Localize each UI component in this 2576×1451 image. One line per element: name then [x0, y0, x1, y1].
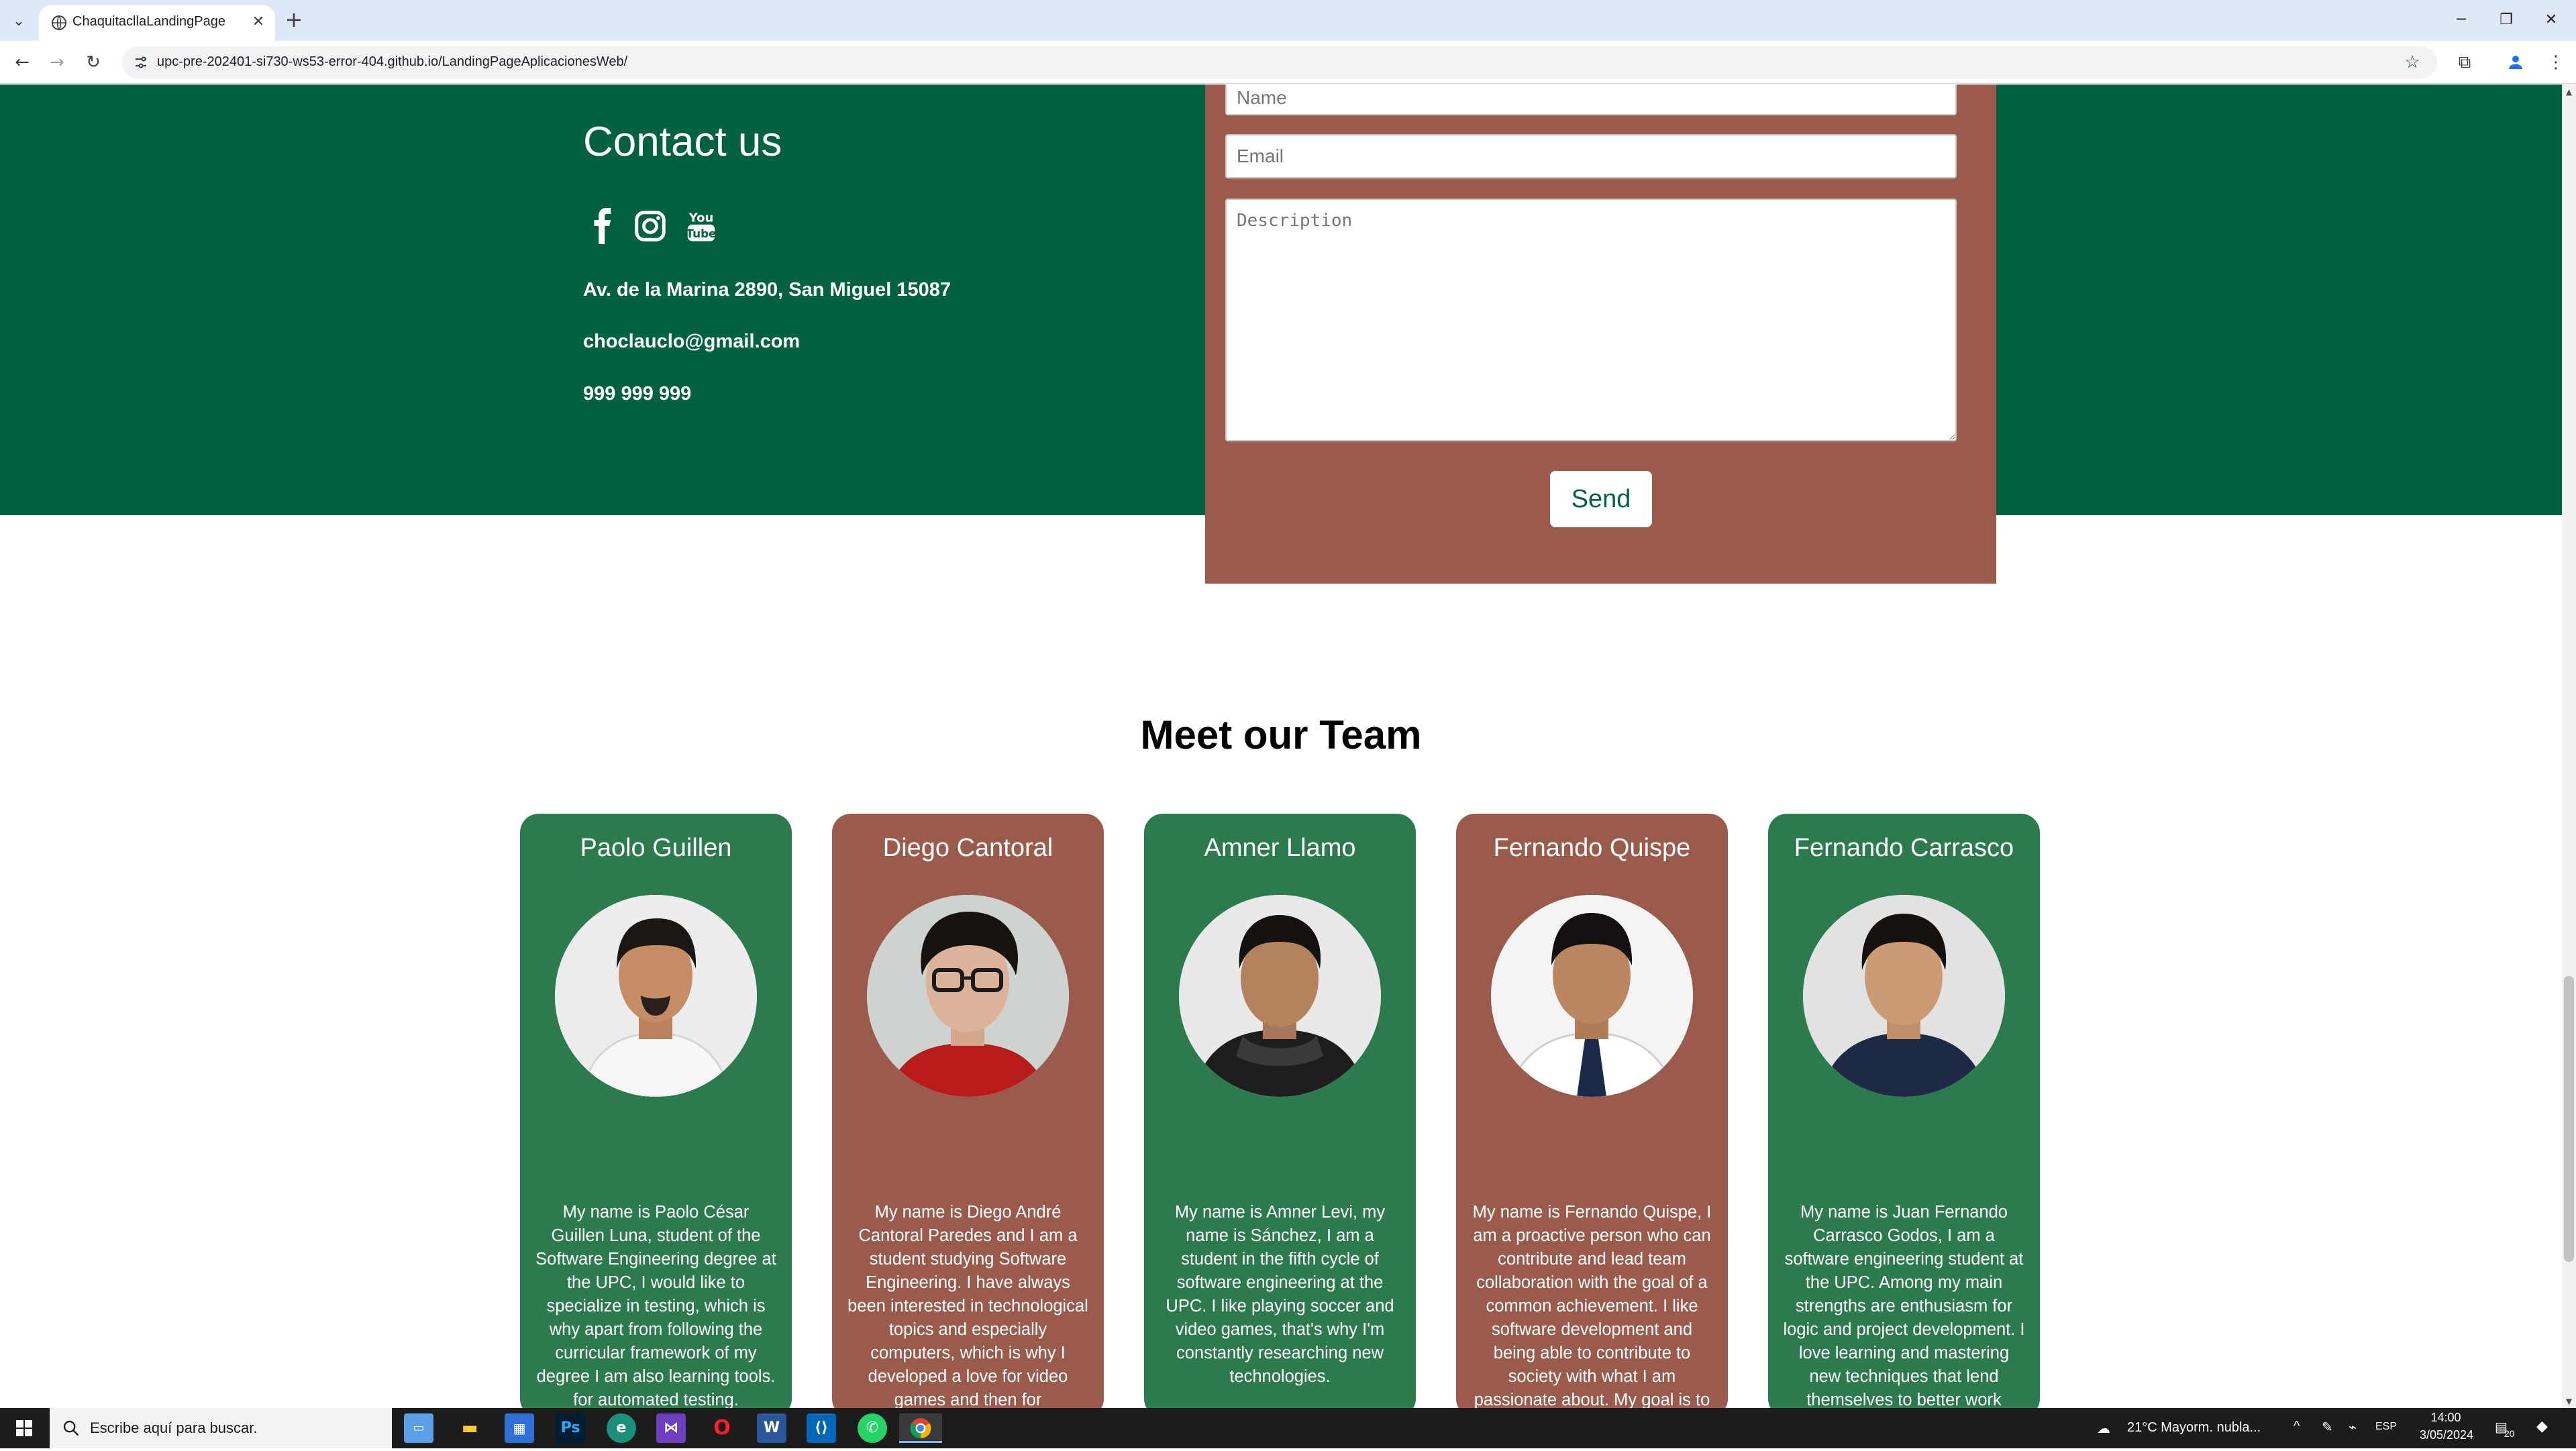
contact-email: choclauclo@gmail.com — [583, 331, 801, 352]
contact-title: Contact us — [583, 119, 782, 165]
weather-icon[interactable]: ☁ — [2097, 1420, 2110, 1437]
name-field[interactable] — [1225, 85, 1957, 115]
browser-toolbar: ← → ↻ upc-pre-202401-si730-ws53-error-40… — [0, 41, 2576, 84]
new-tab-plus-icon[interactable]: + — [282, 8, 306, 32]
browser-tab-strip: ⌄ ChaquitacllaLandingPage ✕ + ─ ❐ ✕ — [0, 0, 2576, 41]
word-icon[interactable]: W — [757, 1413, 786, 1443]
vscode-icon[interactable]: ⟨⟩ — [807, 1413, 836, 1443]
back-arrow-icon[interactable]: ← — [9, 50, 35, 75]
tab-close-icon[interactable]: ✕ — [248, 12, 268, 32]
language-indicator[interactable]: ESP — [2375, 1421, 2397, 1433]
facebook-icon[interactable] — [585, 208, 621, 244]
taskbar-search-placeholder: Escribe aquí para buscar. — [90, 1419, 258, 1436]
browser-tab[interactable]: ChaquitacllaLandingPage ✕ — [39, 5, 275, 41]
forward-arrow-icon[interactable]: → — [44, 50, 70, 75]
restore-icon[interactable]: ❐ — [2493, 7, 2520, 34]
page-viewport: Contact us You Tube Av. de la Marina 289… — [0, 85, 2562, 1408]
instagram-icon[interactable] — [632, 208, 668, 244]
edge-icon[interactable]: e — [607, 1413, 636, 1443]
window-close-icon[interactable]: ✕ — [2538, 7, 2565, 34]
windows-start-icon[interactable] — [0, 1408, 48, 1448]
avatar — [555, 895, 757, 1097]
member-bio: My name is Fernando Quispe, I am a proac… — [1472, 1203, 1712, 1408]
tab-search-chevron-icon[interactable]: ⌄ — [7, 9, 31, 34]
member-name: Amner Llamo — [1204, 834, 1356, 862]
profile-icon[interactable] — [2503, 50, 2528, 75]
member-name: Fernando Carrasco — [1794, 834, 2014, 862]
task-view-icon[interactable]: ▭ — [404, 1413, 433, 1443]
notification-count: 20 — [2504, 1428, 2515, 1439]
pen-icon[interactable]: ✎ — [2322, 1419, 2333, 1436]
team-title: Meet our Team — [1140, 712, 1422, 757]
opera-icon[interactable]: O — [707, 1413, 737, 1443]
address-bar[interactable]: upc-pre-202401-si730-ws53-error-404.gith… — [122, 46, 2437, 78]
photoshop-icon[interactable]: Ps — [556, 1413, 585, 1443]
member-name: Diego Cantoral — [882, 834, 1053, 862]
contact-address: Av. de la Marina 2890, San Miguel 15087 — [583, 279, 951, 301]
avatar — [1491, 895, 1693, 1097]
contact-form: Send — [1205, 85, 1996, 584]
reload-icon[interactable]: ↻ — [81, 50, 106, 75]
taskbar-search-box[interactable]: Escribe aquí para buscar. — [50, 1408, 392, 1448]
email-field[interactable] — [1225, 134, 1957, 178]
tray-chevron-icon[interactable]: ^ — [2294, 1419, 2300, 1434]
site-settings-icon[interactable] — [133, 54, 149, 70]
file-explorer-icon[interactable]: ▬ — [455, 1413, 484, 1443]
clock-time[interactable]: 14:00 — [2422, 1411, 2469, 1425]
url-text: upc-pre-202401-si730-ws53-error-404.gith… — [157, 54, 628, 69]
member-bio: My name is Amner Levi, my name is Sánche… — [1166, 1203, 1394, 1386]
network-icon[interactable]: ⌁ — [2349, 1419, 2357, 1436]
contact-phone: 999 999 999 — [583, 383, 692, 405]
member-bio: My name is Paolo César Guillen Luna, stu… — [535, 1203, 776, 1408]
microsoft-store-icon[interactable]: ▦ — [505, 1413, 534, 1443]
whatsapp-icon[interactable]: ✆ — [858, 1413, 887, 1443]
bookmark-star-icon[interactable]: ☆ — [2400, 50, 2425, 75]
windows-taskbar: Escribe aquí para buscar. ▭ ▬ ▦ Ps e ⋈ O… — [0, 1408, 2576, 1448]
visual-studio-icon[interactable]: ⋈ — [656, 1413, 686, 1443]
avatar — [1803, 895, 2005, 1097]
chrome-icon[interactable] — [899, 1413, 942, 1443]
search-icon — [63, 1420, 79, 1436]
weather-text[interactable]: 21°C Mayorm. nubla... — [2127, 1420, 2261, 1436]
member-name: Paolo Guillen — [580, 834, 732, 862]
member-name: Fernando Quispe — [1493, 834, 1691, 862]
svg-text:You: You — [688, 211, 714, 225]
clock-date[interactable]: 3/05/2024 — [2413, 1428, 2480, 1442]
youtube-icon[interactable]: You Tube — [683, 208, 719, 244]
copilot-icon[interactable]: ◆ — [2536, 1417, 2548, 1435]
menu-kebab-icon[interactable]: ⋮ — [2543, 50, 2569, 75]
team-card-fernando-quispe: Fernando Quispe My name is Fernando Quis… — [1456, 814, 1728, 1408]
avatar — [867, 895, 1069, 1097]
svg-text:Tube: Tube — [686, 227, 716, 240]
team-card-fernando-carrasco: Fernando Carrasco My name is Juan Fernan… — [1768, 814, 2040, 1408]
scrollbar-thumb[interactable] — [2564, 976, 2574, 1262]
team-card-diego-cantoral: Diego Cantoral My name is Diego André Ca… — [832, 814, 1104, 1408]
globe-icon — [52, 15, 66, 30]
member-bio: My name is Juan Fernando Carrasco Godos,… — [1783, 1203, 2025, 1408]
member-bio: My name is Diego André Cantoral Paredes … — [847, 1203, 1088, 1408]
team-card-paolo-guillen: Paolo Guillen My name is Paolo César Gui… — [520, 814, 792, 1408]
send-button[interactable]: Send — [1550, 471, 1652, 527]
minimize-icon[interactable]: ─ — [2448, 7, 2475, 34]
extensions-icon[interactable]: ⧉ — [2452, 50, 2477, 75]
avatar — [1179, 895, 1381, 1097]
team-card-amner-llamo: Amner Llamo My name is Amner Levi, my na… — [1144, 814, 1416, 1408]
tab-title: ChaquitacllaLandingPage — [72, 14, 225, 29]
description-field[interactable] — [1225, 199, 1957, 441]
scroll-down-icon[interactable]: ▼ — [2564, 1395, 2574, 1407]
scroll-up-icon[interactable]: ▲ — [2564, 86, 2574, 98]
